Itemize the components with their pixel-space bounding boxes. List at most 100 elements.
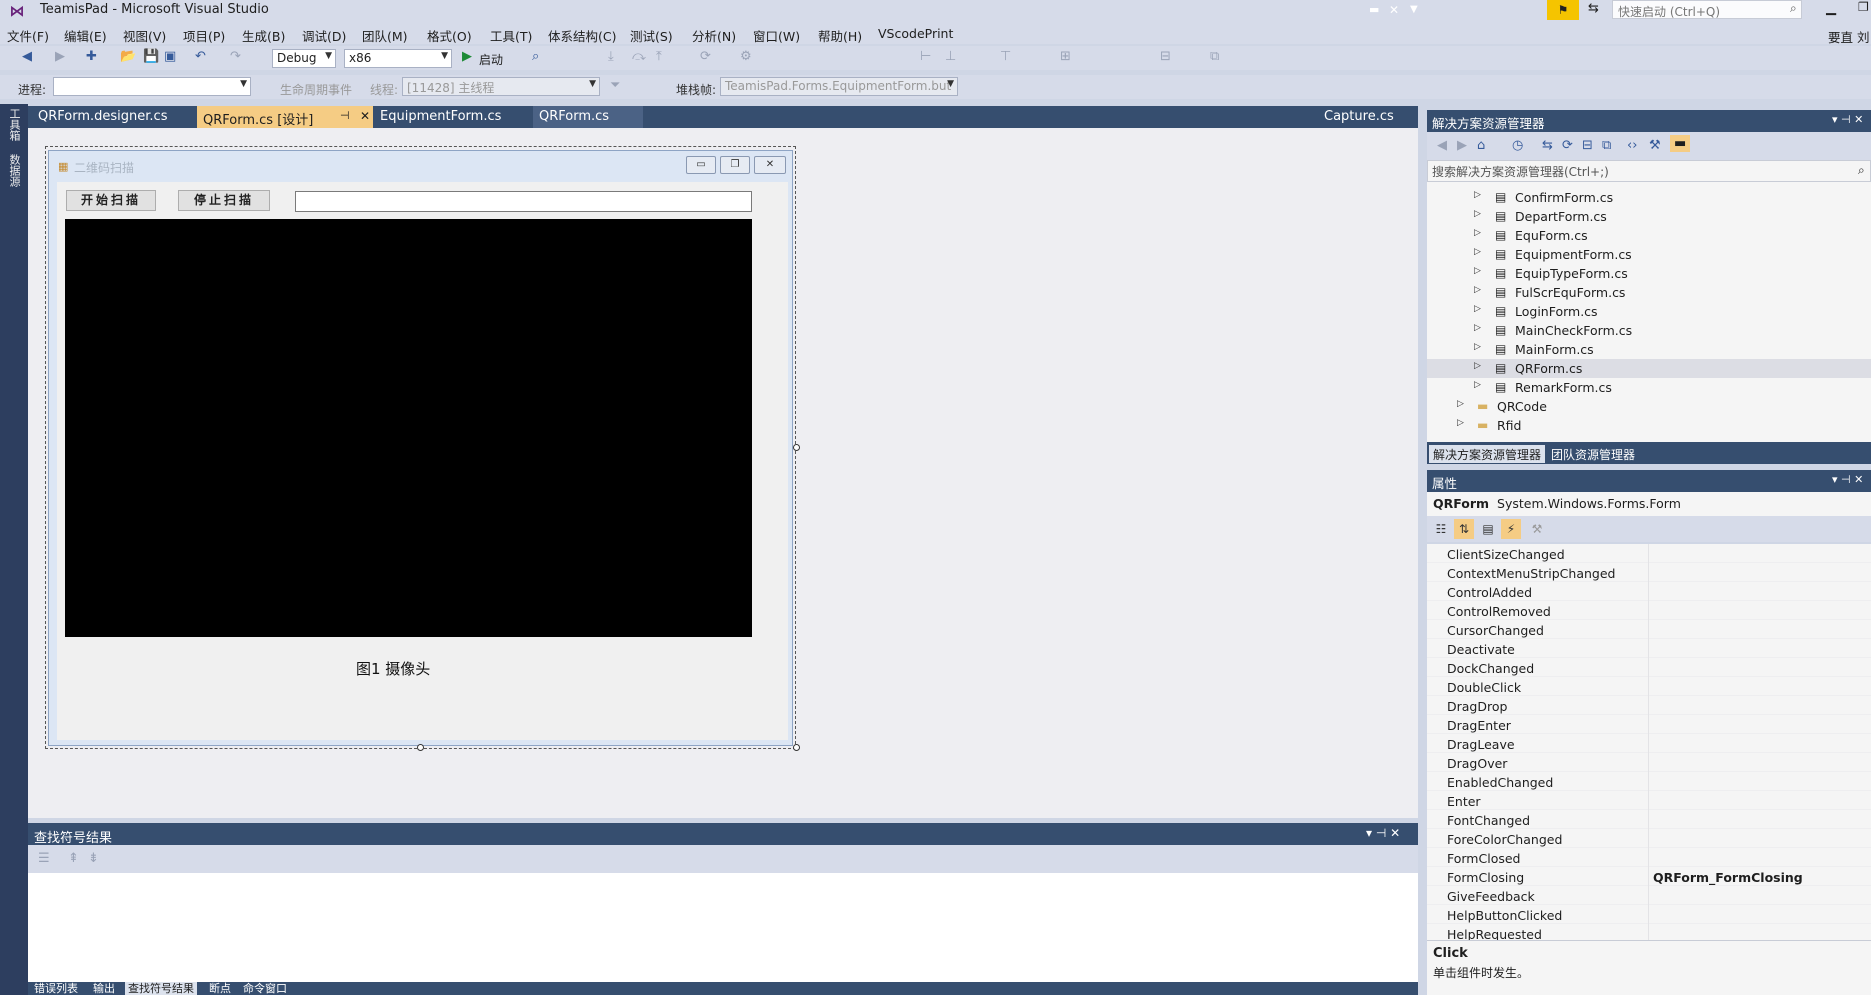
data-sources-tab[interactable]: 数据源 bbox=[6, 154, 22, 187]
property-row[interactable]: FormClosing QRForm_FormClosing bbox=[1427, 867, 1871, 886]
menu-team[interactable]: 团队(M) bbox=[362, 26, 408, 45]
expand-arrow-icon[interactable]: ▷ bbox=[1474, 247, 1481, 257]
expand-arrow-icon[interactable]: ▷ bbox=[1474, 342, 1481, 352]
refresh-icon[interactable]: ⟳ bbox=[700, 49, 711, 64]
start-button[interactable]: 启动 bbox=[479, 51, 503, 68]
expand-arrow-icon[interactable]: ▷ bbox=[1457, 418, 1464, 428]
history-icon[interactable]: ◷ bbox=[1512, 138, 1523, 153]
property-row[interactable]: HelpRequested bbox=[1427, 924, 1871, 940]
menu-build[interactable]: 生成(B) bbox=[242, 26, 285, 45]
property-row[interactable]: DoubleClick bbox=[1427, 677, 1871, 696]
tree-item[interactable]: ▷ ▤ MainCheckForm.cs bbox=[1427, 321, 1871, 340]
menu-tools[interactable]: 工具(T) bbox=[490, 26, 532, 45]
pin-icon[interactable]: ▬ bbox=[1369, 3, 1379, 16]
expand-arrow-icon[interactable]: ▷ bbox=[1474, 285, 1481, 295]
quick-launch-input[interactable]: 快速启动 (Ctrl+Q) bbox=[1612, 0, 1802, 19]
tree-item[interactable]: ▷ ▤ FulScrEquForm.cs bbox=[1427, 283, 1871, 302]
tab-capture[interactable]: Capture.cs bbox=[1324, 109, 1394, 124]
property-row[interactable]: ControlAdded bbox=[1427, 582, 1871, 601]
close-icon[interactable]: ✕ bbox=[1389, 3, 1399, 17]
alphabetical-icon[interactable]: ⇅ bbox=[1454, 519, 1474, 539]
menu-vscodeprint[interactable]: VScodePrint bbox=[878, 26, 953, 41]
tree-item-selected[interactable]: ▷ ▤ QRForm.cs bbox=[1427, 359, 1871, 378]
redo-icon[interactable]: ↷ bbox=[230, 49, 241, 64]
menu-help[interactable]: 帮助(H) bbox=[818, 26, 862, 45]
expand-arrow-icon[interactable]: ▷ bbox=[1474, 361, 1481, 371]
restore-button[interactable]: ❐ bbox=[1858, 0, 1869, 14]
spacing-icon[interactable]: ⊟ bbox=[1160, 49, 1171, 64]
tab-qrform-code[interactable]: QRForm.cs bbox=[533, 106, 643, 128]
lifecycle-events-dropdown[interactable]: 生命周期事件 bbox=[280, 81, 352, 98]
properties-object-selector[interactable]: QRForm System.Windows.Forms.Form bbox=[1427, 492, 1871, 516]
menu-test[interactable]: 测试(S) bbox=[630, 26, 673, 45]
property-row[interactable]: DragOver bbox=[1427, 753, 1871, 772]
prev-result-icon[interactable]: ⇞ bbox=[68, 851, 79, 866]
tab-output[interactable]: 输出 bbox=[90, 982, 118, 995]
tree-item[interactable]: ▷ ▤ MainForm.cs bbox=[1427, 340, 1871, 359]
menu-project[interactable]: 项目(P) bbox=[183, 26, 225, 45]
tab-find-symbol-results[interactable]: 查找符号结果 bbox=[125, 982, 197, 995]
property-row[interactable]: DragEnter bbox=[1427, 715, 1871, 734]
next-result-icon[interactable]: ⇟ bbox=[88, 851, 99, 866]
property-row[interactable]: ClientSizeChanged bbox=[1427, 544, 1871, 563]
tree-item[interactable]: ▷ ▤ DepartForm.cs bbox=[1427, 207, 1871, 226]
tab-qrform-designer[interactable]: QRForm.designer.cs bbox=[32, 106, 197, 128]
search-icon[interactable]: ⌕ bbox=[1790, 1, 1797, 16]
property-pages-icon[interactable]: ⚒ bbox=[1527, 519, 1547, 539]
camera-picturebox[interactable] bbox=[65, 219, 752, 637]
categorized-icon[interactable]: ☷ bbox=[1431, 519, 1451, 539]
property-row[interactable]: ContextMenuStripChanged bbox=[1427, 563, 1871, 582]
undo-icon[interactable]: ↶ bbox=[195, 49, 206, 64]
order-icon[interactable]: ⧉ bbox=[1210, 49, 1219, 64]
tab-command-window[interactable]: 命令窗口 bbox=[240, 982, 290, 995]
menu-debug[interactable]: 调试(D) bbox=[302, 26, 346, 45]
save-icon[interactable]: 💾 bbox=[143, 49, 159, 64]
property-row[interactable]: HelpButtonClicked bbox=[1427, 905, 1871, 924]
platform-select[interactable]: x86 ▼ bbox=[344, 49, 452, 68]
tab-equipmentform[interactable]: EquipmentForm.cs bbox=[374, 106, 539, 128]
minimize-button[interactable]: ▁ bbox=[1826, 1, 1836, 16]
stop-scan-button[interactable]: 停止扫描 bbox=[178, 190, 270, 211]
refresh-icon[interactable]: ⟳ bbox=[1562, 138, 1573, 153]
expand-arrow-icon[interactable]: ▷ bbox=[1474, 209, 1481, 219]
align-center-icon[interactable]: ⊥ bbox=[945, 49, 956, 64]
expand-arrow-icon[interactable]: ▷ bbox=[1474, 323, 1481, 333]
menu-window[interactable]: 窗口(W) bbox=[753, 26, 800, 45]
panel-controls-icon[interactable]: ▾ ⊣ ✕ bbox=[1366, 826, 1400, 840]
tab-team-explorer[interactable]: 团队资源管理器 bbox=[1547, 445, 1639, 463]
menu-file[interactable]: 文件(F) bbox=[7, 26, 49, 45]
feedback-icon[interactable]: ⇆ bbox=[1588, 1, 1599, 16]
property-row[interactable]: FormClosed bbox=[1427, 848, 1871, 867]
view-code-icon[interactable]: ‹› bbox=[1627, 138, 1637, 153]
align-left-icon[interactable]: ⊢ bbox=[920, 49, 931, 64]
solution-config-select[interactable]: Debug ▼ bbox=[272, 49, 336, 68]
find-in-files-icon[interactable]: ⌕ bbox=[532, 49, 539, 64]
menu-architecture[interactable]: 体系结构(C) bbox=[548, 26, 616, 45]
property-row[interactable]: DragDrop bbox=[1427, 696, 1871, 715]
tab-solution-explorer[interactable]: 解决方案资源管理器 bbox=[1429, 445, 1546, 463]
panel-controls-icon[interactable]: ▾ ⊣ ✕ bbox=[1832, 113, 1863, 126]
expand-arrow-icon[interactable]: ▷ bbox=[1457, 399, 1464, 409]
stack-frame-select[interactable]: TeamisPad.Forms.EquipmentForm.but ▼ bbox=[720, 77, 958, 96]
resize-handle-corner[interactable] bbox=[793, 744, 800, 751]
expand-arrow-icon[interactable]: ▷ bbox=[1474, 228, 1481, 238]
tree-item[interactable]: ▷ ▬ Rfid bbox=[1427, 416, 1871, 435]
tab-list-chevron-icon[interactable]: ▼ bbox=[1410, 4, 1418, 15]
settings-icon[interactable]: ⚙ bbox=[740, 49, 752, 64]
property-row[interactable]: Enter bbox=[1427, 791, 1871, 810]
toolbox-tab[interactable]: 工具箱 bbox=[6, 108, 22, 141]
properties-wrench-icon[interactable]: ⚒ bbox=[1649, 138, 1661, 153]
tree-item[interactable]: ▷ ▬ QRCode bbox=[1427, 397, 1871, 416]
forward-icon[interactable]: ▶ bbox=[1457, 138, 1467, 153]
home-icon[interactable]: ⌂ bbox=[1477, 138, 1485, 153]
tree-item[interactable]: ▷ ▤ ConfirmForm.cs bbox=[1427, 188, 1871, 207]
property-row[interactable]: CursorChanged bbox=[1427, 620, 1871, 639]
resize-handle-bottom[interactable] bbox=[417, 744, 424, 751]
property-row[interactable]: DockChanged bbox=[1427, 658, 1871, 677]
property-row[interactable]: ForeColorChanged bbox=[1427, 829, 1871, 848]
menu-view[interactable]: 视图(V) bbox=[123, 26, 166, 45]
menu-format[interactable]: 格式(O) bbox=[427, 26, 472, 45]
process-select[interactable]: ▼ bbox=[53, 77, 251, 96]
forward-icon[interactable]: ▶ bbox=[55, 49, 65, 64]
tree-item[interactable]: ▷ ▤ EquForm.cs bbox=[1427, 226, 1871, 245]
